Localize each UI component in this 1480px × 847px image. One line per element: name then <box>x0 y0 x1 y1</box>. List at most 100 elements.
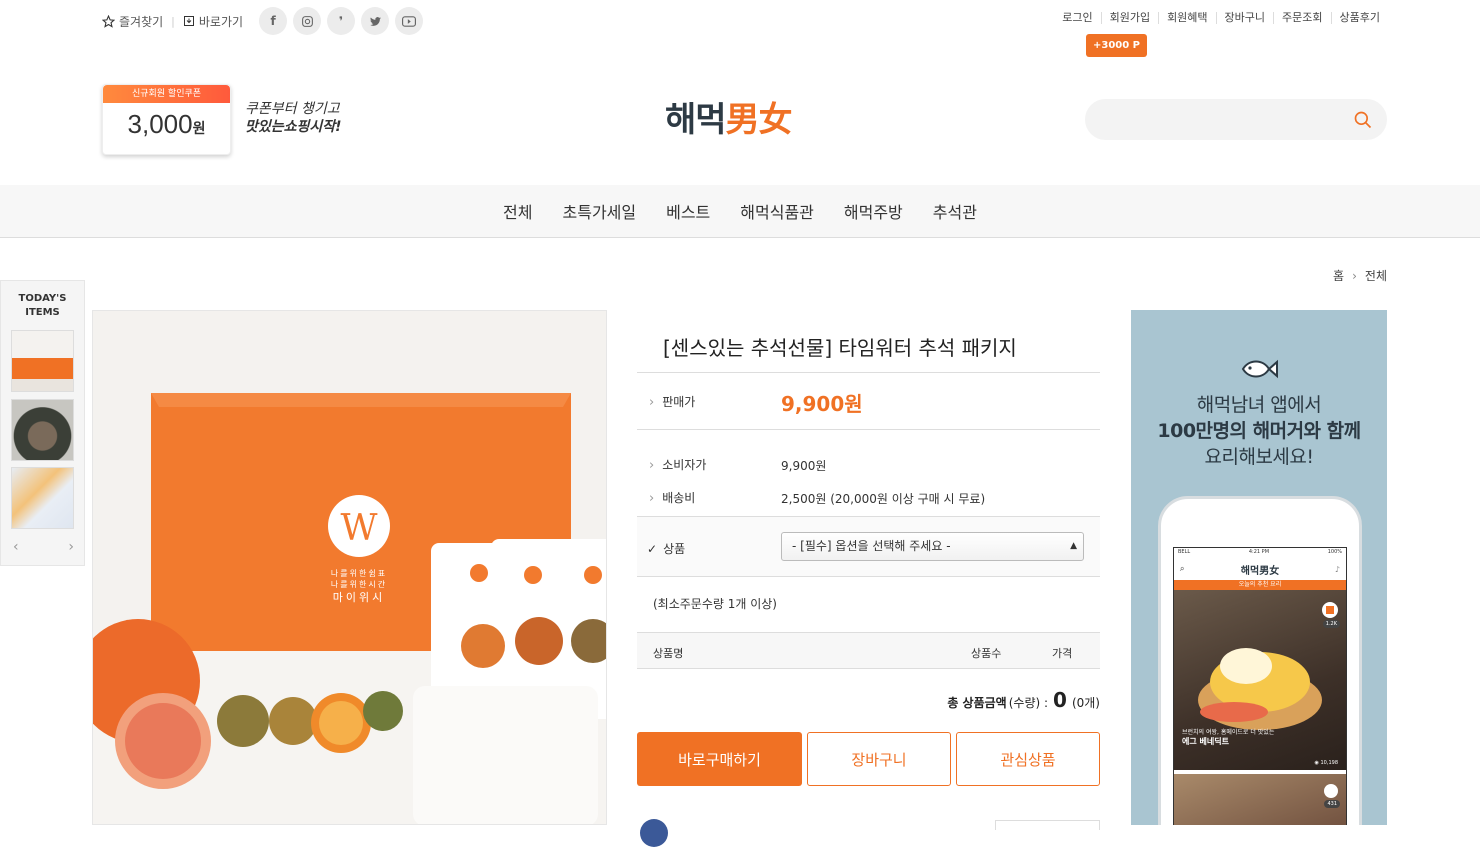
chevron-right-icon[interactable]: › <box>68 539 74 555</box>
recipe-badge2: 431 <box>1324 800 1340 808</box>
logo-korean: 해먹 <box>665 100 727 140</box>
total-value: 0 <box>1053 688 1067 712</box>
recipe-badge: 1.2K <box>1322 620 1340 628</box>
share-icon[interactable] <box>640 819 668 847</box>
search-box <box>1085 99 1387 140</box>
order-lookup-link[interactable]: 주문조회 <box>1273 12 1330 24</box>
product-image: W 나를위한쉼표 나를위한시간 마이위시 <box>92 310 607 825</box>
selected-items-table-header: 상품명 상품수 가격 <box>637 632 1100 669</box>
coupon-tag: 신규회원 할인쿠폰 <box>103 85 230 103</box>
total-amount: 총 상품금액 (수량) : 0 (0개) <box>947 688 1100 712</box>
box-brand-line1: 나를위한쉼표 <box>331 568 387 578</box>
coupon-slogan: 쿠폰부터 챙기고 맛있는쇼핑시작! <box>245 100 342 136</box>
add-to-cart-button[interactable]: 장바구니 <box>807 732 951 786</box>
new-member-coupon[interactable]: 신규회원 할인쿠폰 3,000원 <box>102 84 231 155</box>
option-select[interactable]: - [필수] 옵션을 선택해 주세요 - ▲ <box>781 532 1084 561</box>
fish-icon <box>1241 359 1278 379</box>
total-count: (0개) <box>1071 696 1100 710</box>
facebook-icon[interactable]: f <box>259 7 288 35</box>
bottom-box <box>995 820 1100 830</box>
recipe-title: 에그 베네딕트 <box>1182 737 1229 746</box>
consumer-price-label: 소비자가 <box>649 456 706 473</box>
search-icon[interactable] <box>1353 110 1373 130</box>
recipe-caption: 브런치의 여왕, 홈메이드로 더 맛있는 에그 베네딕트 <box>1182 729 1275 746</box>
nav-item-kitchen[interactable]: 해먹주방 <box>829 199 918 223</box>
breadcrumb-current[interactable]: 전체 <box>1365 267 1387 284</box>
kakao-story-icon[interactable]: ❜ <box>327 7 356 35</box>
todays-items-title: TODAY'S ITEMS <box>18 293 67 318</box>
join-link[interactable]: 회원가입 <box>1100 12 1158 24</box>
nav-item-food[interactable]: 해먹식품관 <box>725 199 829 223</box>
phone-mockup: BELL 4:21 PM 100% ⌕ 해먹男女 ♪ 오늘의 추천 요리 1.2K <box>1158 496 1362 825</box>
sale-price-label: 판매가 <box>649 393 695 410</box>
shipping-label: 배송비 <box>649 489 695 506</box>
nav-item-all[interactable]: 전체 <box>488 199 547 223</box>
bell-icon: ♪ <box>1334 564 1340 574</box>
banner-text: 해먹남녀 앱에서 100만명의 해머거와 함께 요리해보세요! <box>1131 392 1387 470</box>
twitter-icon[interactable] <box>361 7 390 35</box>
chevron-right-icon: › <box>1352 268 1357 283</box>
box-brand-line2: 나를위한시간 <box>331 579 387 589</box>
bookmark-label: 즐겨찾기 <box>119 14 164 29</box>
banner-line3: 요리해보세요! <box>1204 446 1315 468</box>
divider: | <box>171 14 175 28</box>
reviews-link[interactable]: 상품후기 <box>1330 12 1380 24</box>
todays-items-panel: TODAY'S ITEMS ‹ › <box>0 280 85 566</box>
youtube-icon[interactable] <box>395 7 424 35</box>
col-price: 가격 <box>1052 647 1073 660</box>
wishlist-button[interactable]: 관심상품 <box>956 732 1100 786</box>
todays-items-nav: ‹ › <box>1 539 86 555</box>
sale-price: 9,900원 <box>781 392 863 416</box>
phone-screen: BELL 4:21 PM 100% ⌕ 해먹男女 ♪ 오늘의 추천 요리 1.2K <box>1173 547 1347 825</box>
member-links: 로그인 회원가입 회원혜택 장바구니 주문조회 상품후기 <box>1054 12 1380 24</box>
svg-text:W: W <box>340 508 377 549</box>
bookmark-link[interactable]: 즐겨찾기 <box>102 13 163 30</box>
breadcrumb: 홈 › 전체 <box>1333 267 1387 284</box>
search-icon: ⌕ <box>1180 564 1185 573</box>
banner-line2: 100만명의 해머거와 함께 <box>1157 420 1361 442</box>
nav-item-chuseok[interactable]: 추석관 <box>918 199 992 223</box>
site-logo[interactable]: 해먹男女 <box>665 92 793 141</box>
logo-hanja: 男女 <box>725 100 793 140</box>
coupon-amount: 3,000원 <box>127 109 206 139</box>
breadcrumb-home[interactable]: 홈 <box>1333 267 1344 284</box>
cart-link[interactable]: 장바구니 <box>1215 12 1273 24</box>
recent-item-thumbnail[interactable] <box>11 467 74 529</box>
nav-item-sale[interactable]: 초특가세일 <box>548 199 652 223</box>
total-label: 총 상품금액 <box>947 696 1007 710</box>
shipping-fee: 2,500원 (20,000원 이상 구매 시 무료) <box>781 492 986 506</box>
banner-line1: 해먹남녀 앱에서 <box>1196 394 1322 416</box>
divider <box>637 372 1100 373</box>
benefits-link[interactable]: 회원혜택 <box>1158 12 1215 24</box>
recent-item-thumbnail[interactable] <box>11 399 74 461</box>
main-nav: 전체 초특가세일 베스트 해먹식품관 해먹주방 추석관 <box>0 185 1480 238</box>
bookmark-icon <box>1324 784 1338 798</box>
check-icon: ✓ <box>647 542 658 556</box>
recent-item-thumbnail[interactable] <box>11 330 74 392</box>
select-arrows-icon: ▲ <box>1070 541 1077 551</box>
divider <box>637 429 1100 430</box>
box-brand-name: 마이위시 <box>333 591 385 604</box>
next-recipe-photo: 431 <box>1174 774 1346 825</box>
product-photo: W 나를위한쉼표 나를위한시간 마이위시 <box>93 311 606 824</box>
buy-now-button[interactable]: 바로구매하기 <box>637 732 802 786</box>
search-input[interactable] <box>1085 99 1335 140</box>
app-promo-banner[interactable]: 해먹남녀 앱에서 100만명의 해머거와 함께 요리해보세요! BELL 4:21… <box>1131 310 1387 825</box>
nav-item-best[interactable]: 베스트 <box>651 199 725 223</box>
product-title: [센스있는 추석선물] 타임워터 추석 패키지 <box>663 336 1017 360</box>
total-qty-label: (수량) : <box>1008 696 1049 710</box>
shortcut-icon <box>183 16 194 26</box>
social-links: f ❜ <box>259 7 424 35</box>
point-badge: +3000 P <box>1086 34 1147 57</box>
consumer-price: 9,900원 <box>781 459 827 473</box>
coupon-slogan-line1: 쿠폰부터 챙기고 <box>245 101 340 117</box>
topbar-left: 즐겨찾기 | 바로가기 f ❜ <box>102 7 424 35</box>
shortcut-link[interactable]: 바로가기 <box>183 13 243 30</box>
chevron-left-icon[interactable]: ‹ <box>13 539 19 555</box>
star-icon <box>102 14 115 28</box>
min-order-note: (최소주문수량 1개 이상) <box>653 597 777 611</box>
col-product-name: 상품명 <box>653 647 684 660</box>
login-link[interactable]: 로그인 <box>1054 12 1100 24</box>
coupon-slogan-line2: 맛있는쇼핑시작! <box>245 119 342 135</box>
instagram-icon[interactable] <box>293 7 322 35</box>
